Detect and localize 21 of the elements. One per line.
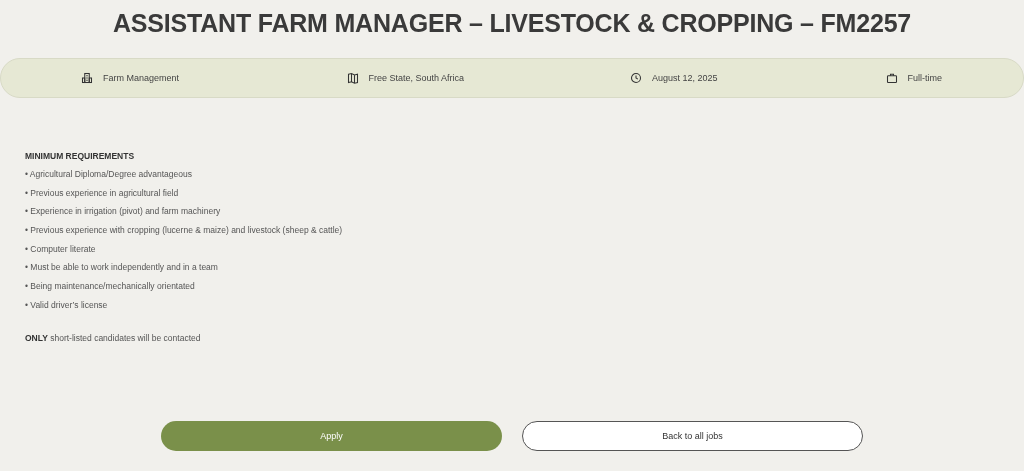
back-button[interactable]: Back to all jobs: [522, 420, 863, 451]
requirement-item: • Previous experience in agricultural field: [25, 187, 180, 200]
requirement-item: • Experience in irrigation (pivot) and farm machinery: [25, 206, 222, 219]
map-icon: [346, 72, 359, 84]
requirement-item: • Previous experience with cropping (lucerne & maize) and livestock (sheep & cattle): [25, 225, 344, 238]
requirement-item: • Computer literate: [25, 243, 97, 256]
note-text: ONLY short-listed candidates will be contacted: [25, 332, 202, 343]
requirement-item: • Agricultural Diploma/Degree advantageous: [25, 169, 193, 181]
section-heading: MINIMUM REQUIREMENTS: [25, 151, 136, 161]
job-info-text: Full-time: [907, 73, 942, 83]
requirement-item: • Valid driver’s license: [25, 299, 109, 312]
building-icon: [81, 72, 93, 84]
requirement-item: • Must be able to work independently and in a team: [25, 262, 219, 275]
clock-icon: [630, 72, 642, 84]
briefcase-icon: [885, 72, 898, 84]
apply-button[interactable]: Apply: [161, 420, 502, 451]
requirement-item: • Being maintenance/mechanically orientated: [25, 281, 196, 294]
job-info-text: Free State, South Africa: [368, 73, 465, 83]
job-info-text: Farm Management: [103, 73, 180, 83]
job-title: ASSISTANT FARM MANAGER – LIVESTOCK & CROPPING – FM2257: [111, 8, 913, 38]
job-info-text: August 12, 2025: [652, 73, 718, 83]
